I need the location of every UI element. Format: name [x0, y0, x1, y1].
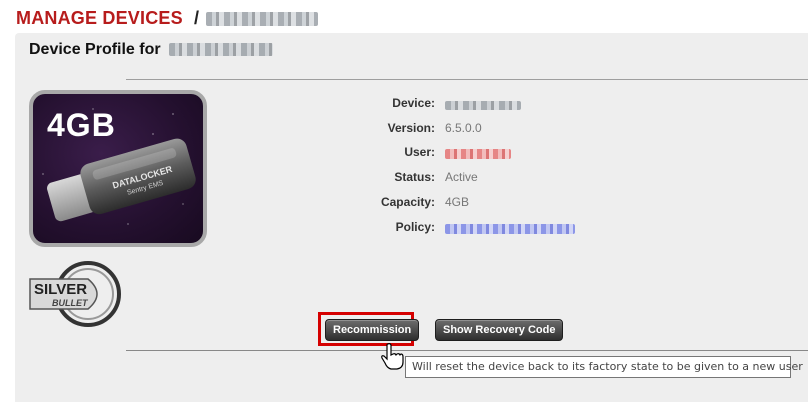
- field-device: Device:: [355, 96, 521, 112]
- page-header: MANAGE DEVICES /: [16, 8, 319, 30]
- user-label: User:: [404, 145, 435, 159]
- manage-devices-title: MANAGE DEVICES: [16, 8, 183, 28]
- field-policy: Policy:: [355, 220, 575, 236]
- version-value: 6.5.0.0: [445, 121, 482, 135]
- redacted-device-id: [206, 12, 319, 27]
- field-version: Version: 6.5.0.0: [355, 121, 482, 137]
- capacity-label: Capacity:: [380, 195, 435, 209]
- recommission-button[interactable]: Recommission: [325, 319, 420, 341]
- redacted-user-value: [445, 149, 511, 160]
- device-value: [445, 96, 521, 110]
- field-user: User:: [355, 145, 511, 161]
- recommission-tooltip: Will reset the device back to its factor…: [405, 356, 803, 378]
- status-value: Active: [445, 170, 478, 184]
- field-status: Status: Active: [355, 170, 477, 186]
- show-recovery-code-button[interactable]: Show Recovery Code: [435, 319, 564, 341]
- field-capacity: Capacity: 4GB: [355, 195, 469, 211]
- version-label: Version:: [387, 121, 435, 135]
- redacted-policy-link[interactable]: [445, 224, 575, 235]
- policy-label: Policy:: [395, 220, 435, 234]
- device-image: 4GB DATALOCKER Sentry EMS: [29, 90, 207, 247]
- status-label: Status:: [394, 170, 435, 184]
- policy-value[interactable]: [445, 220, 575, 235]
- capacity-value: 4GB: [445, 195, 470, 209]
- hand-pointer-cursor-icon: [381, 343, 404, 370]
- device-profile-title-text: Device Profile for: [29, 41, 161, 58]
- device-profile-title: Device Profile for: [29, 41, 274, 59]
- logo-text-bullet: BULLET: [52, 298, 89, 308]
- divider-top: [126, 79, 808, 80]
- silver-bullet-logo: SILVER BULLET: [28, 259, 126, 329]
- usb-drive-icon: DATALOCKER Sentry EMS: [47, 138, 196, 222]
- divider-bottom: [126, 350, 808, 351]
- device-label: Device:: [392, 96, 435, 110]
- redacted-device-value: [445, 100, 521, 110]
- breadcrumb-separator: /: [194, 8, 200, 28]
- redacted-profile-device-id: [169, 43, 274, 57]
- device-profile-panel: Device Profile for 4GB DATALOCKER Sentry…: [15, 33, 808, 402]
- user-value: [445, 145, 511, 160]
- logo-text-silver: SILVER: [34, 281, 87, 298]
